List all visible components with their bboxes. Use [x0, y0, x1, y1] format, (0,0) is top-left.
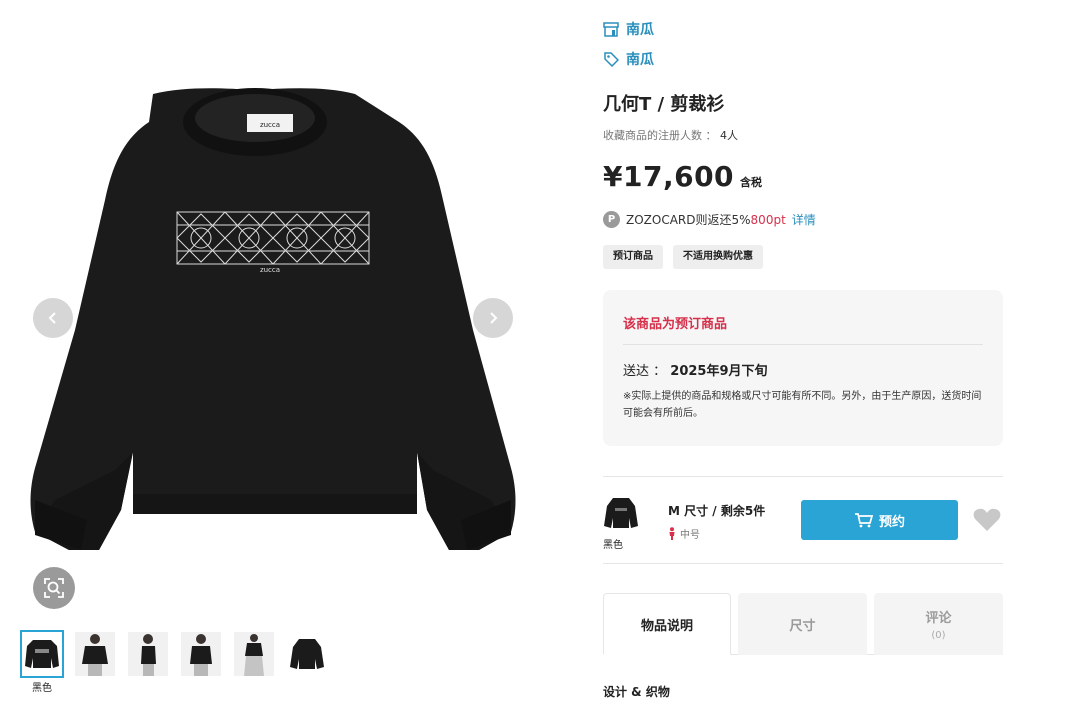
divider — [603, 476, 1003, 477]
gallery-prev-button[interactable] — [33, 298, 73, 338]
heart-icon[interactable] — [973, 507, 1001, 533]
product-tags: 预订商品 不适用换购优惠 — [603, 245, 763, 269]
reserve-button[interactable]: 预约 — [801, 500, 958, 540]
tag-no-exchange: 不适用换购优惠 — [673, 245, 763, 269]
brand-name: 南瓜 — [626, 52, 654, 68]
size-subtitle-text: 中号 — [680, 530, 700, 541]
thumbnail-4[interactable] — [181, 632, 221, 676]
thumbnail-2[interactable] — [75, 632, 115, 676]
thumbnail-image — [141, 634, 156, 676]
points-info: P ZOZOCARD则返还5% 800pt 详情 — [603, 211, 816, 228]
variant-image — [604, 498, 638, 528]
chevron-right-icon — [490, 312, 498, 324]
shop-icon — [603, 21, 619, 37]
reserve-label: 预约 — [878, 514, 905, 530]
delivery-label: 送达 ： — [623, 364, 667, 379]
notice-note: ※实际上提供的商品和规格或尺寸可能有所不同。另外，由于生产原因，送货时间可能会有… — [623, 391, 982, 419]
product-title: 几何T / 剪裁衫 — [603, 94, 725, 115]
zoom-button[interactable] — [33, 567, 75, 609]
delivery-date: 送达 ： 2025年9月下旬 — [623, 360, 768, 379]
price: ¥17,600 含税 — [603, 160, 762, 193]
thumbnail-3[interactable] — [128, 632, 168, 676]
divider — [603, 563, 1003, 564]
tax-label: 含税 — [740, 176, 763, 189]
thumbnail-image — [25, 640, 59, 668]
product-main-image: zucca zucca — [30, 88, 516, 550]
thumbnail-image — [244, 634, 264, 676]
shop-link[interactable]: 南瓜 — [603, 19, 654, 39]
tab-size-label: 尺寸 — [789, 618, 816, 634]
variant-color-thumbnail[interactable] — [603, 493, 639, 533]
tab-description-label: 物品说明 — [640, 618, 693, 634]
tag-preorder: 预订商品 — [603, 245, 663, 269]
svg-text:zucca: zucca — [260, 121, 280, 129]
favorite-count: 收藏商品的注册人数 ： 4人 — [603, 127, 738, 143]
thumbnail-6[interactable] — [287, 632, 327, 676]
points-value: 800pt — [750, 212, 786, 227]
cart-icon — [854, 513, 873, 528]
points-icon: P — [603, 211, 620, 228]
tab-review-label: 评论 — [925, 611, 952, 626]
thumbnail-1[interactable]: 黑色 — [20, 630, 64, 694]
favorite-number: 4人 — [720, 129, 738, 142]
thumbnail-5[interactable] — [234, 632, 274, 676]
tab-review-count: (0) — [931, 630, 946, 641]
points-detail-link[interactable]: 详情 — [792, 211, 816, 228]
points-text: ZOZOCARD则返还5% — [626, 213, 751, 227]
size-subtitle: 中号 — [668, 526, 700, 541]
gallery-next-button[interactable] — [473, 298, 513, 338]
thumbnail-color-label: 黑色 — [32, 683, 52, 694]
notice-divider — [623, 344, 983, 345]
thumbnail-strip: 黑色 — [20, 630, 327, 694]
tag-icon — [604, 52, 619, 67]
thumbnail-image — [290, 639, 324, 669]
size-stock: M 尺寸 / 剩余5件 — [668, 504, 766, 518]
zoom-search-icon — [44, 578, 64, 598]
thumbnail-image — [82, 634, 108, 676]
product-tabs: 物品说明 尺寸 评论 (0) — [603, 593, 1003, 655]
brand-link[interactable]: 南瓜 — [603, 49, 654, 69]
chevron-left-icon — [48, 312, 56, 324]
price-amount: ¥17,600 — [603, 160, 735, 193]
tab-size[interactable]: 尺寸 — [738, 593, 867, 655]
thumbnail-image — [190, 634, 212, 676]
svg-text:zucca: zucca — [260, 266, 280, 274]
variant-color-label: 黑色 — [603, 540, 623, 551]
product-gallery: zucca zucca 黑色 — [0, 0, 545, 702]
person-icon — [669, 527, 675, 540]
tab-review[interactable]: 评论 (0) — [874, 593, 1003, 655]
delivery-value: 2025年9月下旬 — [670, 364, 768, 379]
shop-name: 南瓜 — [626, 22, 654, 38]
section-title: 设计 & 织物 — [603, 685, 670, 699]
favorite-label: 收藏商品的注册人数 ： — [603, 129, 717, 142]
notice-title: 该商品为预订商品 — [623, 317, 728, 332]
tab-description[interactable]: 物品说明 — [603, 593, 731, 655]
preorder-notice: 该商品为预订商品 送达 ： 2025年9月下旬 ※实际上提供的商品和规格或尺寸可… — [603, 290, 1003, 446]
